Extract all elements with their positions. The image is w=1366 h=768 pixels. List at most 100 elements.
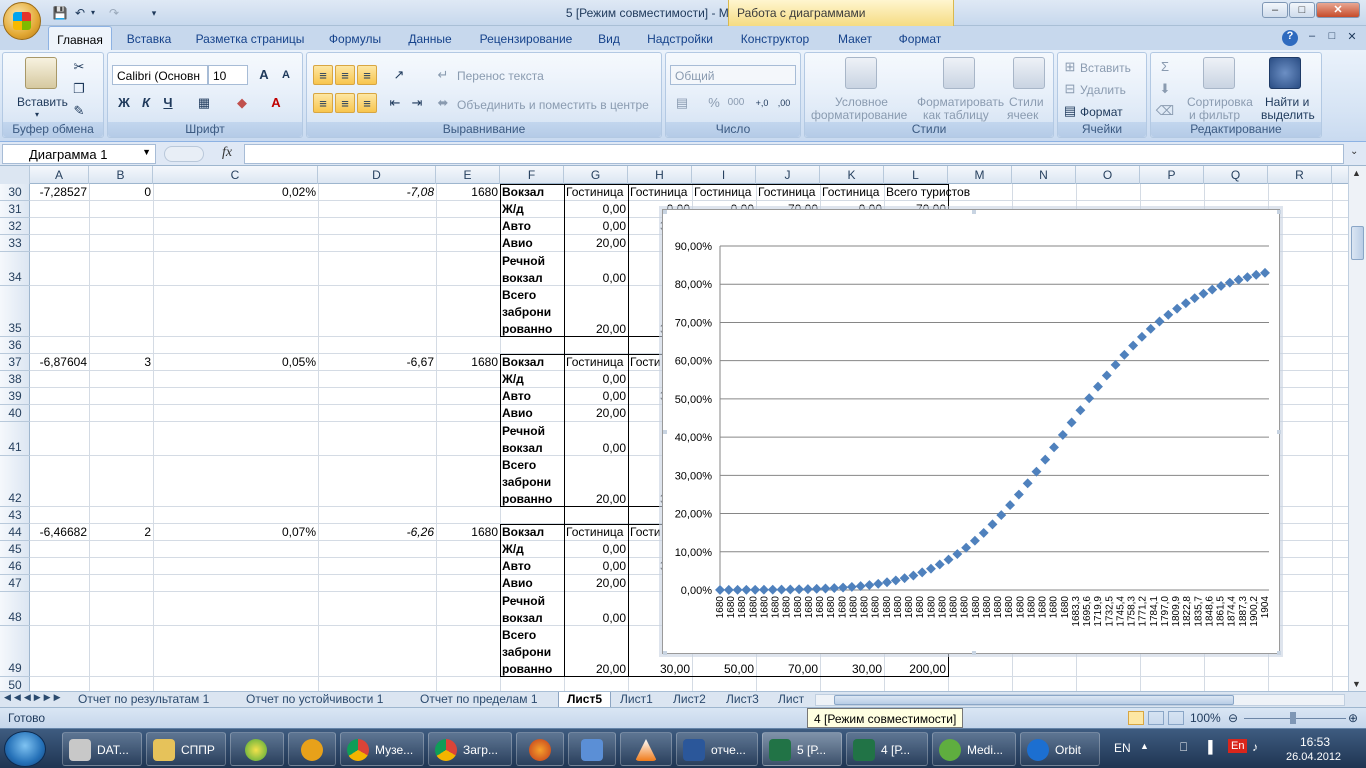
cell[interactable]: 1680 (436, 524, 500, 540)
undo-dropdown-icon[interactable]: ▾ (88, 5, 98, 21)
page-break-view-icon[interactable] (1168, 711, 1184, 725)
shrink-font-icon[interactable]: A (276, 65, 296, 85)
number-format-select[interactable]: Общий (670, 65, 796, 85)
cell[interactable]: 2 (89, 524, 153, 540)
autosum-icon[interactable]: Σ (1155, 57, 1175, 77)
format-painter-icon[interactable]: ✎ (69, 101, 89, 121)
format-as-table-label-1[interactable]: Форматировать (917, 95, 1004, 109)
name-box-dropdown-icon[interactable]: ▼ (142, 147, 151, 157)
customize-qat-icon[interactable]: ▾ (146, 5, 162, 21)
cell[interactable]: Всего (500, 287, 538, 303)
copy-icon[interactable]: ❐ (69, 79, 89, 99)
row-header[interactable]: 36 (0, 337, 30, 354)
fill-icon[interactable]: ⬇ (1155, 79, 1175, 99)
cell[interactable]: 20,00 (564, 235, 628, 251)
cell[interactable]: Авио (500, 405, 535, 421)
cell[interactable]: Гостиница (820, 184, 884, 200)
row-header[interactable]: 37 (0, 354, 30, 371)
row-header[interactable]: 44 (0, 524, 30, 541)
cell-styles-label-1[interactable]: Стили (1009, 95, 1044, 109)
cell[interactable]: 1680 (436, 354, 500, 370)
cell-styles-icon[interactable] (1013, 57, 1045, 89)
taskbar-item[interactable]: Музе... (340, 732, 424, 766)
tab-addins[interactable]: Надстройки (636, 26, 724, 50)
cell[interactable]: -6,46682 (30, 524, 89, 540)
cell[interactable]: Гостиница (756, 184, 820, 200)
cell[interactable]: 0,05% (153, 354, 318, 370)
align-middle-icon[interactable]: ≡ (335, 65, 355, 85)
thousands-icon[interactable]: 000 (726, 93, 746, 113)
align-top-icon[interactable]: ≡ (313, 65, 333, 85)
row-header[interactable]: 45 (0, 541, 30, 558)
decrease-decimal-icon[interactable]: ,00 (774, 93, 794, 113)
cell[interactable]: Гостиница (692, 184, 756, 200)
cell[interactable]: 0,00 (564, 440, 628, 456)
align-left-icon[interactable]: ≡ (313, 93, 333, 113)
cell[interactable]: Ж/д (500, 201, 526, 217)
office-button[interactable] (3, 2, 41, 40)
scatter-chart[interactable]: 0,00% 10,00% 20,00% 30,00% 40,00% 50,00% 60,00… (663, 210, 1281, 655)
clear-icon[interactable]: ⌫ (1155, 101, 1175, 121)
cell[interactable]: 20,00 (564, 405, 628, 421)
sort-filter-icon[interactable] (1203, 57, 1235, 89)
name-box[interactable]: Диаграмма 1 ▼ (2, 144, 156, 164)
cell[interactable]: заброни (500, 474, 553, 490)
column-header[interactable]: R (1268, 166, 1332, 184)
align-bottom-icon[interactable]: ≡ (357, 65, 377, 85)
close-button[interactable]: ✕ (1316, 2, 1360, 18)
cell[interactable]: 1680 (436, 184, 500, 200)
cell[interactable]: заброни (500, 644, 553, 660)
help-icon[interactable]: ? (1282, 30, 1298, 46)
formula-bar-splitter[interactable] (164, 146, 204, 162)
cell-styles-label-2[interactable]: ячеек (1007, 108, 1038, 122)
column-header[interactable]: M (948, 166, 1012, 184)
cell[interactable]: 0,02% (153, 184, 318, 200)
cell[interactable]: 0,00 (564, 388, 628, 404)
formula-input[interactable] (244, 144, 1344, 164)
cell[interactable]: -7,28527 (30, 184, 89, 200)
column-header[interactable]: I (692, 166, 756, 184)
cell[interactable]: Гостиница (564, 524, 628, 540)
row-header[interactable]: 42 (0, 456, 30, 507)
insert-cells-button[interactable]: Вставить (1080, 61, 1131, 75)
expand-formula-bar-icon[interactable]: ⌄ (1350, 146, 1358, 157)
row-header[interactable]: 43 (0, 507, 30, 524)
cell[interactable]: -6,26 (318, 524, 436, 540)
taskbar-item[interactable] (516, 732, 564, 766)
cell[interactable]: 20,00 (564, 661, 628, 677)
cell[interactable]: 0,00 (564, 270, 628, 286)
font-size-select[interactable]: 10 (208, 65, 248, 85)
column-header[interactable]: N (1012, 166, 1076, 184)
cell[interactable]: 0,00 (564, 201, 628, 217)
tray-device-icon[interactable]: ⎕ (1180, 740, 1187, 755)
row-header[interactable]: 34 (0, 252, 30, 286)
merge-center-icon[interactable]: ⬌ (433, 93, 453, 113)
cell[interactable]: 0,00 (564, 558, 628, 574)
cell[interactable]: Гостиница (628, 184, 692, 200)
cell[interactable]: 0,00 (564, 541, 628, 557)
row-header[interactable]: 38 (0, 371, 30, 388)
bold-button[interactable]: Ж (114, 93, 134, 113)
align-center-icon[interactable]: ≡ (335, 93, 355, 113)
row-header[interactable]: 46 (0, 558, 30, 575)
row-header[interactable]: 49 (0, 626, 30, 677)
cell[interactable]: Всего (500, 627, 538, 643)
decrease-indent-icon[interactable]: ⇤ (385, 93, 405, 113)
taskbar-item-active[interactable]: 5 [Р... (762, 732, 842, 766)
insert-cells-icon[interactable]: ⊞ (1060, 57, 1080, 77)
cell[interactable]: 3 (89, 354, 153, 370)
find-select-icon[interactable] (1269, 57, 1301, 89)
tab-insert[interactable]: Вставка (116, 26, 182, 50)
cell[interactable]: рованно (500, 321, 554, 337)
column-header[interactable]: P (1140, 166, 1204, 184)
merge-center-button[interactable]: Объединить и поместить в центре (457, 98, 649, 112)
ribbon-minimize-icon[interactable]: – (1304, 30, 1320, 46)
normal-view-icon[interactable] (1128, 711, 1144, 725)
cell[interactable]: заброни (500, 304, 553, 320)
cell[interactable]: 30,00 (628, 661, 692, 677)
maximize-button[interactable]: □ (1289, 2, 1315, 18)
conditional-formatting-icon[interactable] (845, 57, 877, 89)
row-header[interactable]: 33 (0, 235, 30, 252)
taskbar-item[interactable]: 4 [Р... (846, 732, 928, 766)
column-header[interactable]: J (756, 166, 820, 184)
